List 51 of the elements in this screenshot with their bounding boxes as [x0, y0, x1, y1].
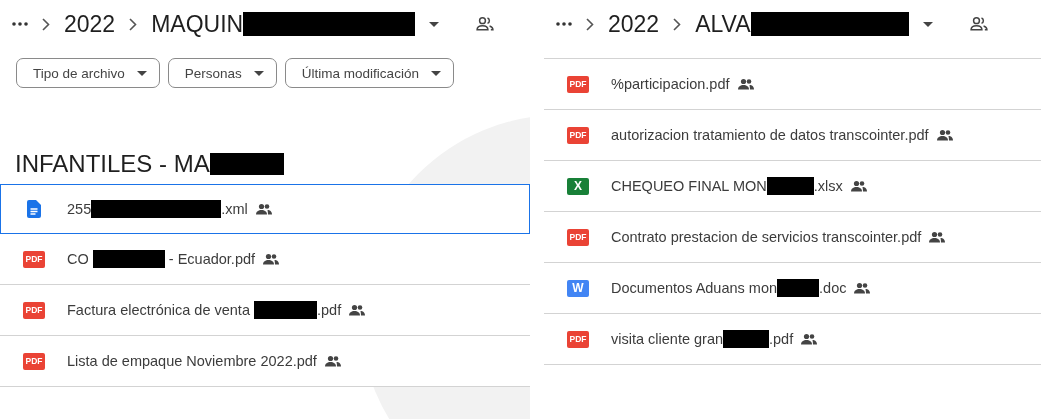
- file-row[interactable]: PDF autorizacion tratamiento de datos transcointer.pdf: [544, 110, 1041, 161]
- file-row[interactable]: 255 .xml: [0, 184, 530, 234]
- people-icon[interactable]: [968, 14, 989, 34]
- folder-title[interactable]: MAQUIN: [151, 10, 416, 38]
- file-name: 255 .xml: [67, 200, 248, 218]
- file-name: Documentos Aduans mon .doc: [611, 279, 847, 297]
- pdf-icon: PDF: [23, 250, 45, 268]
- file-name: Contrato prestacion de servicios transcointer.pdf: [611, 229, 922, 245]
- spreadsheet-icon: X: [567, 177, 589, 195]
- file-row[interactable]: PDF Lista de empaque Noviembre 2022.pdf: [0, 336, 530, 387]
- filter-chip[interactable]: Última modificación: [284, 58, 454, 88]
- file-name: CO - Ecuador.pdf: [67, 250, 256, 268]
- chevron-icon: [129, 17, 138, 31]
- dropdown-caret-icon: [429, 21, 440, 27]
- more-icon[interactable]: [12, 22, 28, 26]
- caret-icon: [430, 70, 441, 76]
- file-row[interactable]: PDF %participacion.pdf: [544, 59, 1041, 110]
- chevron-icon: [586, 17, 594, 31]
- more-icon[interactable]: [556, 22, 572, 26]
- pdf-icon: PDF: [567, 330, 589, 348]
- breadcrumb-link[interactable]: 2022: [64, 10, 116, 38]
- file-row[interactable]: W Documentos Aduans mon .doc: [544, 263, 1041, 314]
- file-name: visita cliente gran .pdf: [611, 330, 794, 348]
- pdf-icon: PDF: [567, 75, 589, 93]
- chevron-icon: [42, 17, 50, 31]
- file-name: autorizacion tratamiento de datos transcointer.pdf: [611, 127, 929, 143]
- file-row[interactable]: PDF CO - Ecuador.pdf: [0, 234, 530, 285]
- chevron-icon: [673, 17, 682, 31]
- folder-title[interactable]: ALVA: [695, 10, 909, 38]
- file-row[interactable]: PDF Factura electrónica de venta .pdf: [0, 285, 530, 336]
- word-icon: W: [567, 279, 589, 297]
- caret-icon: [136, 70, 147, 76]
- filter-chip[interactable]: Personas: [167, 58, 277, 88]
- file-row[interactable]: X CHEQUEO FINAL MON .xlsx: [544, 161, 1041, 212]
- filter-chip[interactable]: Tipo de archivo: [16, 58, 160, 88]
- file-row[interactable]: PDF Contrato prestacion de servicios transcointer.pdf: [544, 212, 1041, 263]
- file-name: Factura electrónica de venta .pdf: [67, 301, 342, 319]
- people-icon[interactable]: [475, 14, 496, 34]
- file-name: Lista de empaque Noviembre 2022.pdf: [67, 353, 317, 369]
- dropdown-caret-icon: [922, 21, 933, 27]
- breadcrumb-link[interactable]: 2022: [608, 10, 660, 38]
- section-title: INFANTILES - MA: [15, 150, 284, 178]
- file-name: CHEQUEO FINAL MON .xlsx: [611, 177, 843, 195]
- caret-icon: [253, 70, 264, 76]
- pdf-icon: PDF: [23, 352, 45, 370]
- pdf-icon: PDF: [23, 301, 45, 319]
- file-row[interactable]: PDF visita cliente gran .pdf: [544, 314, 1041, 365]
- document-icon: [27, 200, 41, 218]
- pdf-icon: PDF: [567, 126, 589, 144]
- pdf-icon: PDF: [567, 228, 589, 246]
- file-name: %participacion.pdf: [611, 76, 730, 92]
